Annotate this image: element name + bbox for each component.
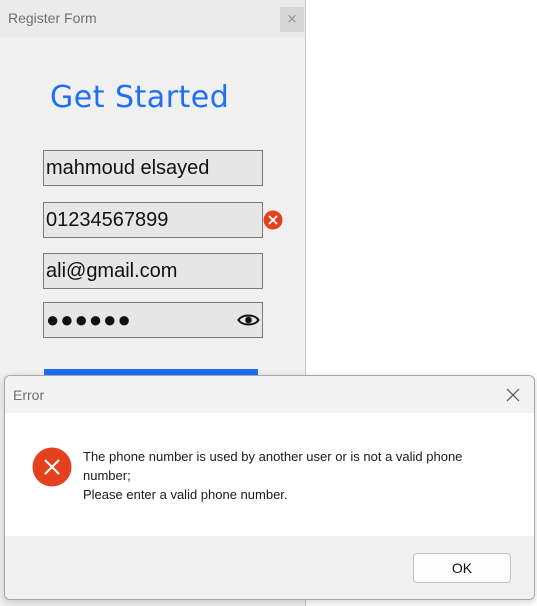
dialog-titlebar: Error — [5, 376, 534, 413]
close-icon[interactable] — [502, 384, 524, 406]
phone-input[interactable]: 01234567899 — [43, 202, 263, 238]
page-title: Get Started — [50, 80, 230, 115]
dialog-title: Error — [13, 387, 45, 403]
ok-button[interactable]: OK — [413, 553, 511, 583]
register-titlebar: Register Form × — [0, 0, 305, 37]
error-icon — [263, 210, 283, 230]
name-input[interactable]: mahmoud elsayed — [43, 150, 263, 186]
eye-icon[interactable] — [237, 311, 260, 329]
email-input[interactable]: ali@gmail.com — [43, 253, 263, 289]
message-line: Please enter a valid phone number. — [83, 487, 288, 502]
close-button[interactable]: × — [280, 7, 304, 32]
password-input[interactable]: ●●●●●● — [43, 302, 263, 338]
dialog-footer: OK — [5, 536, 534, 599]
error-icon — [32, 447, 72, 487]
dialog-message: The phone number is used by another user… — [83, 447, 503, 504]
message-line: The phone number is used by another user… — [83, 449, 463, 483]
window-title: Register Form — [8, 10, 97, 26]
dialog-body: The phone number is used by another user… — [5, 413, 534, 536]
error-dialog: Error The phone number is used by anothe… — [4, 375, 535, 600]
